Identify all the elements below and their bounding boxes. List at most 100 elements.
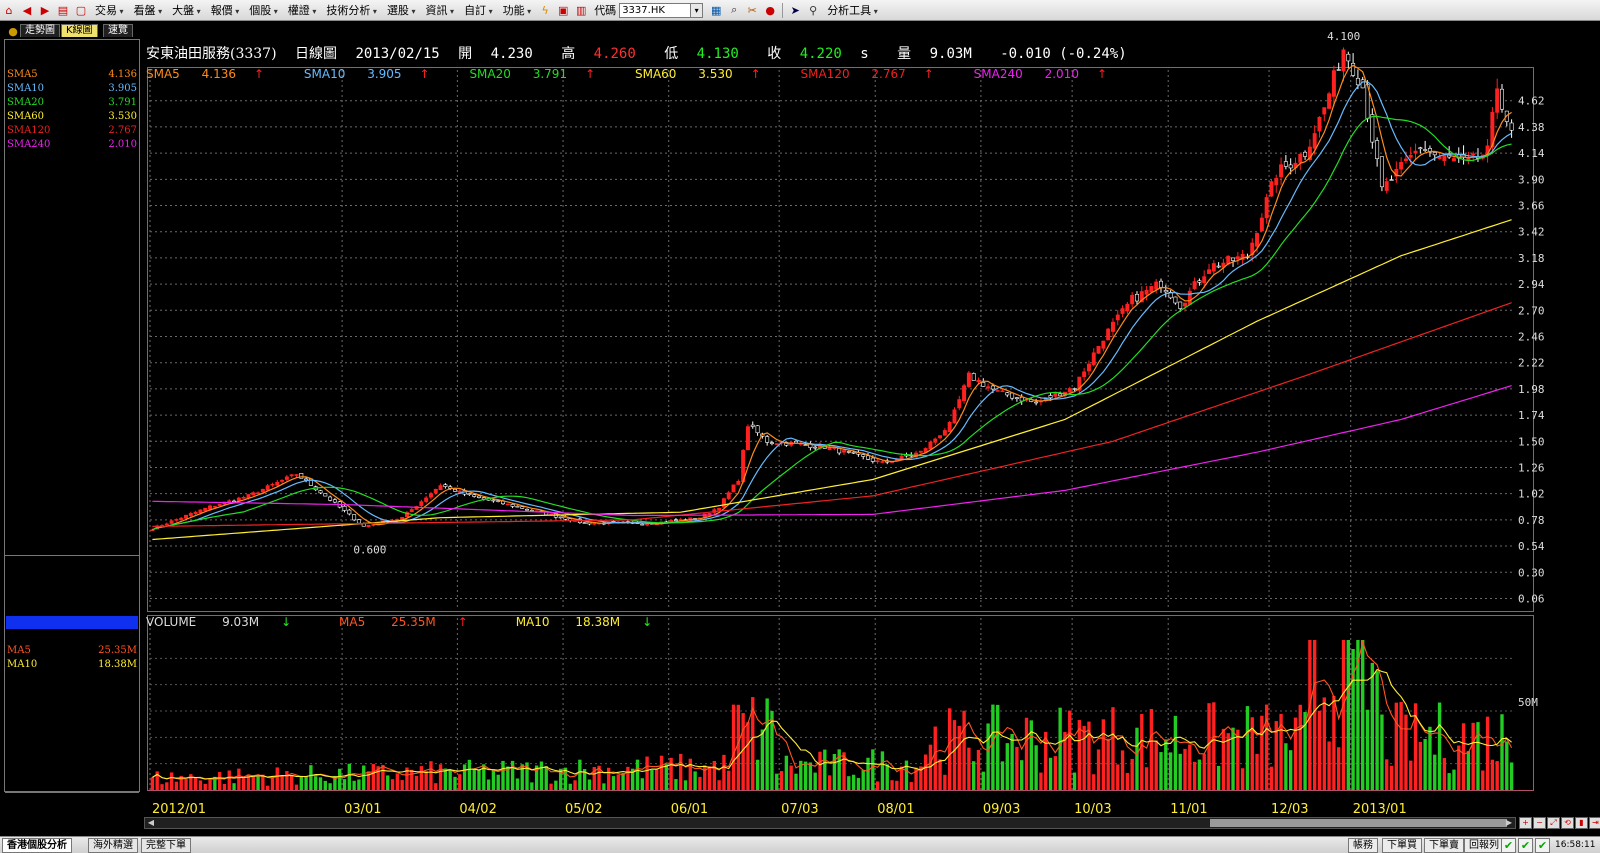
time-tick-label: 09/03 [983,802,1020,817]
chart-zoom-tools: + − ⤢ ⟲ ▮ ⇥ [1518,817,1600,830]
candle-body [1101,340,1106,349]
candle-body [986,386,991,389]
candle-body [1067,388,1072,393]
up-arrow-icon: ↑ [585,67,596,81]
volume-bar [1437,702,1442,790]
candle-body [870,457,875,462]
volume-bar [241,778,246,790]
candle-body [1336,69,1341,71]
candle-body [515,505,520,508]
legend-volume-value: 9.03M [222,615,260,629]
report-list-button[interactable]: 回報列 [1464,838,1504,853]
candle-body [467,493,472,495]
candle-body [419,501,424,506]
volume-bar [1197,759,1202,790]
tab-full-order[interactable]: 完整下單 [141,838,191,853]
volume-bar [707,766,712,790]
volume-bar [458,774,462,790]
check-icon[interactable]: ✔ [1535,838,1550,853]
candle-body [1019,396,1024,402]
price-tick-label: 1.74 [1518,409,1545,422]
candle-body [275,481,280,486]
volume-bar [1269,766,1274,790]
candle-body [726,492,731,499]
volume-bar [1245,706,1250,790]
volume-bar [1351,649,1355,790]
candle-body [952,409,957,424]
volume-bar [318,777,323,790]
candle-body [505,503,510,506]
volume-bar [664,764,668,790]
candle-body [755,425,760,434]
price-tick-label: 1.02 [1518,488,1545,501]
legend-sma120-value: 2.767 [871,67,906,81]
scrollbar-thumb[interactable] [1210,819,1507,827]
candle-body [1106,328,1111,341]
candle-body [1034,401,1039,404]
sell-order-button[interactable]: 下單賣 [1424,838,1464,853]
scroll-end-icon[interactable]: ⇥ [1589,817,1600,829]
volume-bar [712,760,717,790]
volume-bar [395,773,400,790]
volume-bar [1116,764,1120,790]
price-tick-label: 1.50 [1518,435,1545,448]
volume-bar [578,759,582,790]
scroll-right-icon[interactable]: ▶ [1503,818,1515,828]
volume-bar [991,704,995,790]
zoom-fit-icon[interactable]: ⤢ [1547,817,1560,829]
candle-body [356,519,361,524]
volume-bar [1164,739,1168,790]
candle-body [352,514,357,521]
candle-body [1130,294,1135,305]
bar-style-icon[interactable]: ▮ [1575,817,1588,829]
volume-bar [472,769,476,790]
candle-body [842,450,846,453]
candle-body [395,518,400,521]
chart-horizontal-scrollbar[interactable]: ◀ ▶ [144,817,1516,829]
volume-bar [981,771,985,790]
volume-bar [851,774,856,790]
check-icon[interactable]: ✔ [1518,838,1533,853]
candle-body [1500,88,1504,110]
candle-body [443,484,448,487]
candle-body [1466,158,1471,161]
check-icon[interactable]: ✔ [1501,838,1516,853]
legend-sma240: SMA240 2.010 ↑ [974,67,1125,81]
time-tick-label: 08/01 [877,802,914,817]
zoom-in-icon[interactable]: + [1519,817,1532,829]
tab-hk-stock-analysis[interactable]: 香港個股分析 [2,838,72,853]
volume-bar [616,774,620,790]
down-arrow-icon: ↓ [281,615,292,629]
legend-vol-ma10-value: 18.38M [575,615,621,629]
volume-bar [568,783,572,790]
zoom-out-icon[interactable]: − [1533,817,1546,829]
time-tick-label: 2013/01 [1353,802,1407,817]
volume-bar [683,780,688,790]
price-tick-label: 1.98 [1518,383,1545,396]
buy-order-button[interactable]: 下單買 [1382,838,1422,853]
legend-vol-ma10: MA10 18.38M ↓ [516,615,674,629]
zoom-reset-icon[interactable]: ⟲ [1561,817,1574,829]
volume-bar [410,769,414,790]
candle-body [1178,301,1183,309]
volume-bar [549,783,553,790]
volume-bar [659,755,664,790]
volume-bar [352,780,356,790]
candle-body [1360,79,1365,89]
candle-body [510,503,515,507]
volume-bar [1221,728,1226,790]
price-tick-label: 2.70 [1518,304,1545,317]
volume-bar [1423,739,1427,790]
candle-body [477,495,481,498]
volume-ma10-line [152,668,1512,780]
volume-bar [290,775,294,790]
volume-bar [803,761,808,790]
volume-bar [587,779,592,790]
tab-overseas-picks[interactable]: 海外精選 [88,838,138,853]
volume-bar [1255,753,1259,790]
volume-bar [779,771,784,790]
legend-sma20-name: SMA20 [469,67,511,81]
candle-body [260,488,265,493]
account-button[interactable]: 帳務 [1348,838,1378,853]
scroll-left-icon[interactable]: ◀ [145,818,157,828]
